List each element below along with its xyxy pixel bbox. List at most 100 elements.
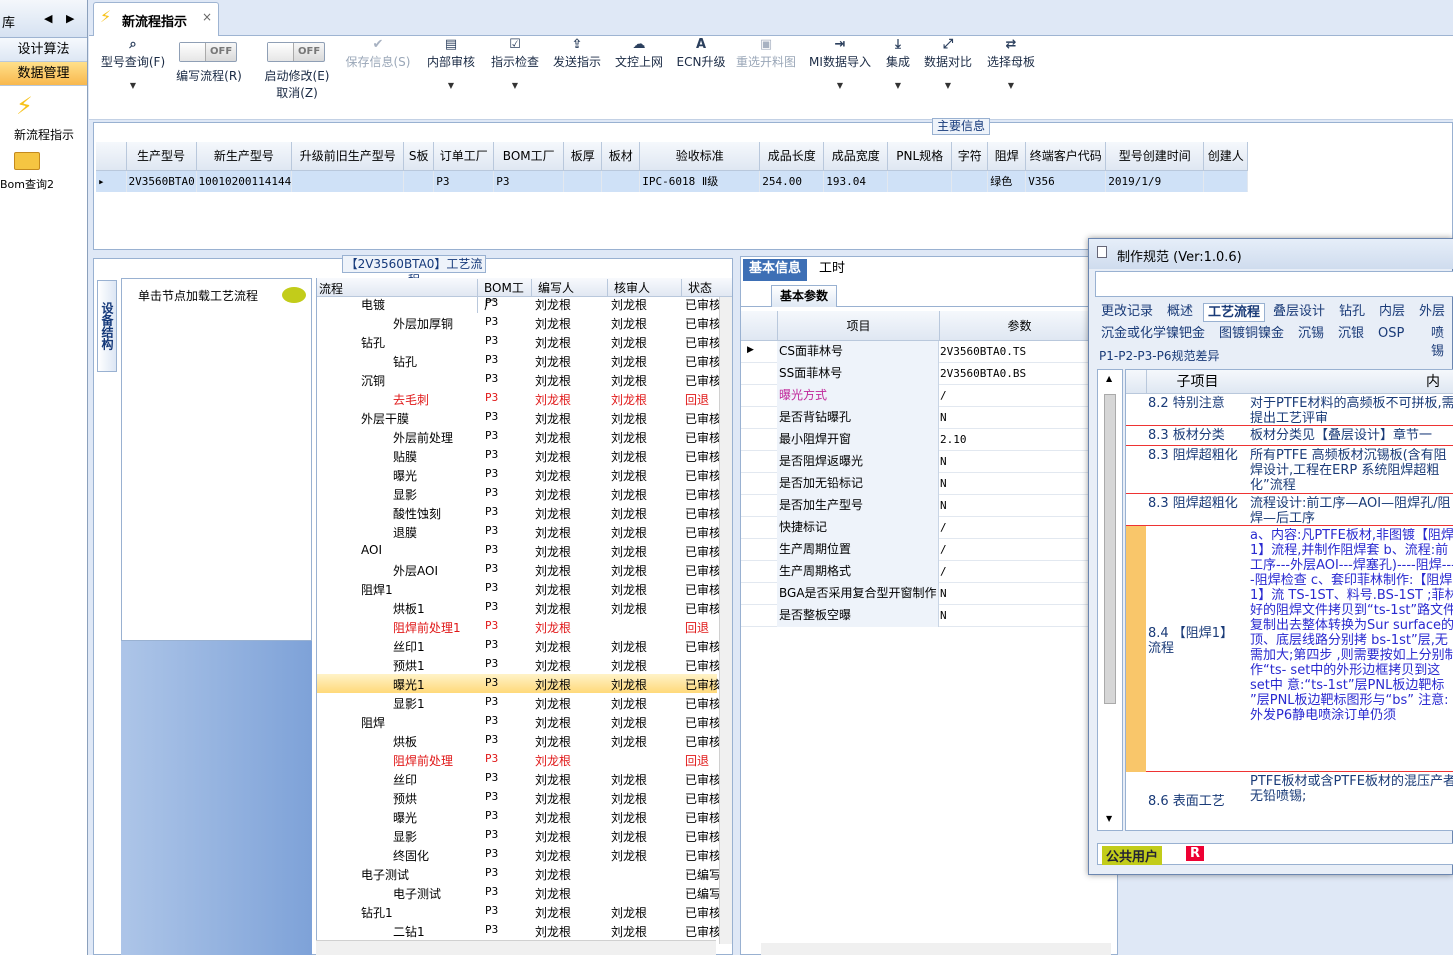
params-hscroll[interactable] (761, 943, 1111, 955)
data-compare-button[interactable]: ⤢ 数据对比 ▼ (921, 36, 975, 90)
dialog-scrollbar[interactable]: ▲ ▼ (1097, 369, 1123, 831)
dialog-tab[interactable]: 沉锡 (1294, 325, 1328, 344)
tree-node[interactable]: 曝光1 P3 刘龙根 刘龙根 已审核 (317, 674, 719, 693)
tree-node[interactable]: −电镀P3刘龙根刘龙根已审核 (317, 297, 719, 313)
nav-item-bom-query[interactable]: Bom查询2 (0, 148, 87, 198)
dialog-titlebar[interactable]: 制作规范 (Ver:1.0.6) (1089, 239, 1453, 269)
internal-review-button[interactable]: ▤ 内部审核 ▼ (423, 36, 479, 90)
select-mother-board-button[interactable]: ⇄ 选择母板 ▼ (983, 36, 1039, 90)
dialog-tab[interactable]: 更改记录 (1097, 303, 1157, 322)
dialog-tab[interactable]: 叠层设计 (1269, 303, 1329, 322)
tree-node[interactable]: −阻焊1P3刘龙根刘龙根已审核 (317, 579, 719, 598)
tab-work-hours[interactable]: 工时 (813, 259, 851, 281)
spec-row[interactable]: 8.6 表面工艺 PTFE板材或含PTFE板材的混压产者无铅喷锡; (1126, 772, 1453, 830)
nav-data-management[interactable]: 数据管理 (0, 62, 87, 86)
tree-node[interactable]: −外层干膜P3刘龙根刘龙根已审核 (317, 408, 719, 427)
column-header[interactable]: S板 (403, 142, 435, 171)
tree-node[interactable]: −电子测试P3刘龙根已编写 (317, 864, 719, 883)
tree-node[interactable]: 去毛刺 P3 刘龙根 刘龙根 回退 (317, 389, 717, 408)
tab-basic-info[interactable]: 基本信息 (743, 259, 808, 281)
dialog-tab[interactable]: 图镀铜镍金 (1215, 325, 1288, 344)
start-modify-toggle[interactable]: OFF (267, 42, 325, 62)
param-row[interactable]: 曝光方式 / (741, 385, 1119, 407)
scroll-thumb[interactable] (1104, 394, 1116, 704)
tree-node[interactable]: 丝印 P3 刘龙根 刘龙根 已审核 (317, 769, 719, 788)
dialog-tab[interactable]: 工艺流程 (1203, 303, 1266, 322)
column-header[interactable]: 型号创建时间 (1105, 142, 1205, 171)
param-row[interactable]: ▶ CS面菲林号 2V3560BTA0.TS (741, 341, 1119, 363)
spec-row[interactable]: 8.2 特别注意 对于PTFE材料的高频板不可拼板,需提出工艺评审 (1126, 394, 1453, 426)
dialog-tab[interactable]: 沉银 (1334, 325, 1368, 344)
nav-item-new-flow[interactable]: ⚡ 新流程指示 (0, 90, 87, 148)
param-row[interactable]: 快捷标记 / (741, 517, 1119, 539)
column-header[interactable]: 订单工厂 (433, 142, 495, 171)
param-row[interactable]: SS面菲林号 2V3560BTA0.BS (741, 363, 1119, 385)
spec-row[interactable]: 8.3 阻焊超粗化 流程设计:前工序—AOI—阻焊孔/阻焊—后工序 (1126, 494, 1453, 526)
tree-node[interactable]: 退膜 P3 刘龙根 刘龙根 已审核 (317, 522, 719, 541)
tree-node[interactable]: 曝光 P3 刘龙根 刘龙根 已审核 (317, 807, 719, 826)
tree-node[interactable]: 外层AOI P3 刘龙根 刘龙根 已审核 (317, 560, 719, 579)
tree-node[interactable]: 丝印1 P3 刘龙根 刘龙根 已审核 (317, 636, 719, 655)
column-header[interactable]: 板厚 (563, 142, 603, 171)
nav-design-algorithm[interactable]: 设计算法 (0, 38, 87, 62)
ecn-upgrade-button[interactable]: A ECN升级 (673, 36, 729, 69)
flow-check-button[interactable]: ☑ 指示检查 ▼ (487, 36, 543, 90)
dialog-tab[interactable]: 概述 (1163, 303, 1197, 322)
tree-hscroll[interactable] (316, 940, 716, 955)
cancel-button[interactable]: 取消(Z) (259, 86, 335, 100)
tree-node[interactable]: 烘板 P3 刘龙根 刘龙根 已审核 (317, 731, 719, 750)
column-header[interactable]: 终端客户代码 (1025, 142, 1107, 171)
param-row[interactable]: BGA是否采用复合型开窗制作 N (741, 583, 1119, 605)
doc-upload-button[interactable]: ☁ 文控上网 (611, 36, 667, 69)
tree-node[interactable]: 显影 P3 刘龙根 刘龙根 已审核 (317, 484, 719, 503)
tree-node[interactable]: 贴膜 P3 刘龙根 刘龙根 已审核 (317, 446, 719, 465)
model-query-button[interactable]: ⌕ 型号查询(F) ▼ (97, 36, 169, 90)
dialog-tab[interactable]: OSP (1374, 325, 1408, 344)
tree-node[interactable]: −AOIP3刘龙根刘龙根已审核 (317, 541, 719, 560)
param-row[interactable]: 是否背钻曝孔 N (741, 407, 1119, 429)
spec-row[interactable]: 8.3 板材分类 板材分类见【叠层设计】章节一 (1126, 426, 1453, 446)
param-row[interactable]: 是否加无铅标记 N (741, 473, 1119, 495)
column-header[interactable]: 阻焊 (987, 142, 1027, 171)
tree-node[interactable]: 烘板1 P3 刘龙根 刘龙根 已审核 (317, 598, 719, 617)
param-row[interactable]: 生产周期位置 / (741, 539, 1119, 561)
tree-node[interactable]: −阻焊P3刘龙根刘龙根已审核 (317, 712, 719, 731)
tab-basic-params[interactable]: 基本参数 (771, 285, 838, 307)
param-row[interactable]: 是否加生产型号 N (741, 495, 1119, 517)
tree-node[interactable]: 预烘 P3 刘龙根 刘龙根 已审核 (317, 788, 719, 807)
reselect-cut-chart-button[interactable]: ▣ 重选开料图 (733, 36, 799, 69)
tree-node[interactable]: 显影 P3 刘龙根 刘龙根 已审核 (317, 826, 719, 845)
column-header[interactable]: 新生产型号 (196, 142, 293, 171)
column-header[interactable]: 成品长度 (759, 142, 825, 171)
tab-p-diff[interactable]: P1-P2-P3-P6规范差异 (1099, 347, 1219, 364)
tree-node[interactable]: 阻焊前处理1 P3 刘龙根 回退 (317, 617, 717, 636)
param-row[interactable]: 最小阻焊开窗 2.10 (741, 429, 1119, 451)
tree-node[interactable]: −沉铜P3刘龙根刘龙根已审核 (317, 370, 719, 389)
tree-node[interactable]: 预烘1 P3 刘龙根 刘龙根 已审核 (317, 655, 719, 674)
send-flow-button[interactable]: ⇪ 发送指示 (549, 36, 605, 69)
column-header[interactable]: 升级前旧生产型号 (291, 142, 405, 171)
column-header[interactable]: 成品宽度 (823, 142, 889, 171)
column-header[interactable]: 验收标准 (639, 142, 761, 171)
column-header[interactable]: 板材 (601, 142, 641, 171)
tree-node[interactable]: 二钻1 P3 刘龙根 刘龙根 已审核 (317, 921, 719, 940)
dialog-tab[interactable]: 喷锡 (1427, 325, 1453, 359)
tree-node[interactable]: 外层前处理 P3 刘龙根 刘龙根 已审核 (317, 427, 719, 446)
nav-back-icon[interactable]: ◀ (44, 12, 52, 25)
column-header[interactable]: 字符 (951, 142, 989, 171)
tree-node[interactable]: 曝光 P3 刘龙根 刘龙根 已审核 (317, 465, 719, 484)
tree-node[interactable]: 显影1 P3 刘龙根 刘龙根 已审核 (317, 693, 719, 712)
column-header[interactable]: 创建人 (1203, 142, 1249, 171)
column-header[interactable]: 生产型号 (126, 142, 197, 171)
spec-row[interactable]: 8.3 阻焊超粗化 所有PTFE 高频板材沉锡板(含有阻焊设计,工程在ERP 系统… (1126, 446, 1453, 494)
dialog-tab[interactable]: 内层 (1375, 303, 1409, 322)
dialog-tab[interactable]: 沉金或化学镍钯金 (1097, 325, 1209, 344)
mi-import-button[interactable]: ⇥ MI数据导入 ▼ (807, 36, 873, 90)
tab-new-flow[interactable]: ⚡ 新流程指示 × (93, 2, 219, 36)
tree-node[interactable]: 阻焊前处理 P3 刘龙根 回退 (317, 750, 717, 769)
column-header[interactable]: PNL规格 (887, 142, 953, 171)
tree-node[interactable]: 酸性蚀刻 P3 刘龙根 刘龙根 已审核 (317, 503, 719, 522)
param-row[interactable]: 是否整板空曝 N (741, 605, 1119, 627)
tree-node[interactable]: −钻孔1P3刘龙根刘龙根已审核 (317, 902, 719, 921)
spec-row[interactable]: 8.4 【阻焊1】流程 a、内容:凡PTFE板材,非图镀【阻焊1】流程,并制作阻焊… (1126, 526, 1453, 772)
